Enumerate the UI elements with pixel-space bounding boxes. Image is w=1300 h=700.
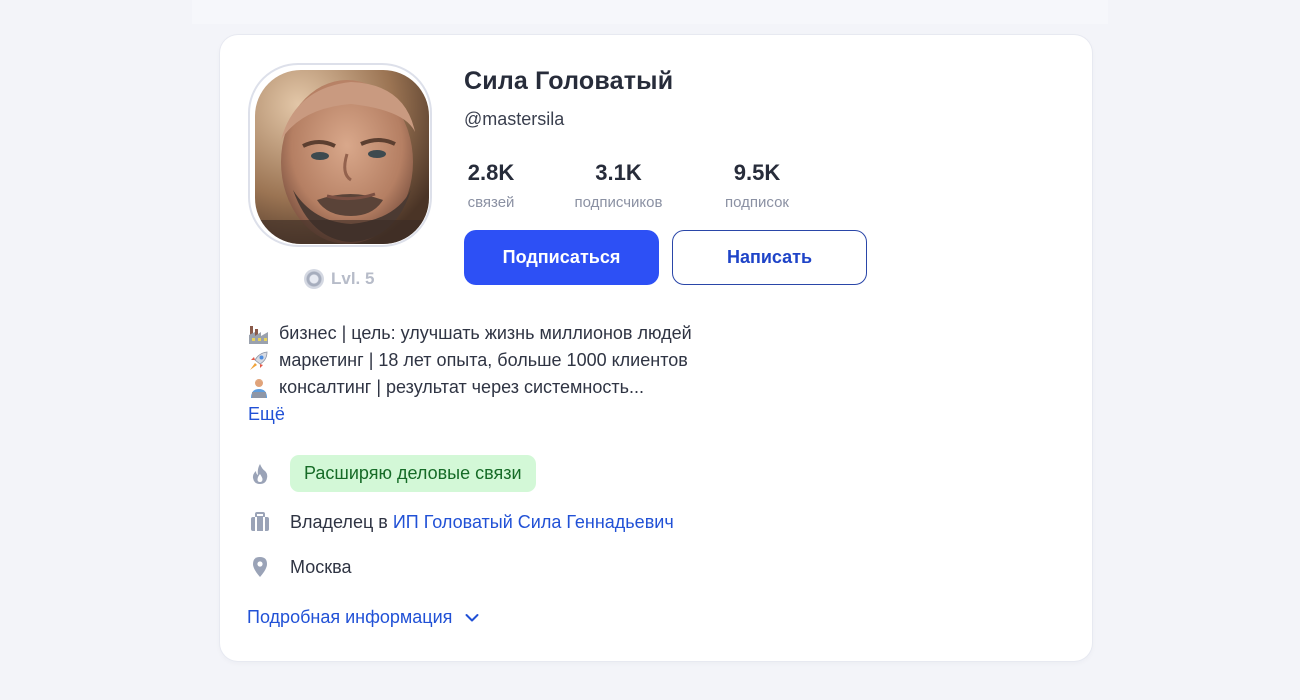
bio-text: бизнес | цель: улучшать жизнь миллионов … — [279, 323, 692, 343]
subscribe-button[interactable]: Подписаться — [464, 230, 659, 285]
rocket-emoji-icon — [248, 351, 270, 371]
details-label: Подробная информация — [247, 607, 453, 627]
flame-icon — [248, 462, 272, 486]
location-pin-icon — [248, 555, 272, 579]
stat-connections[interactable]: 2.8K связей — [464, 159, 518, 211]
stat-value: 2.8K — [467, 160, 515, 185]
profile-handle: @mastersila — [464, 109, 565, 129]
bio: бизнес | цель: улучшать жизнь миллионов … — [248, 320, 692, 428]
chevron-down-icon — [465, 613, 479, 621]
stat-label: подписчиков — [574, 194, 663, 211]
level-icon — [304, 269, 324, 289]
avatar[interactable] — [255, 70, 429, 244]
profile-card: Lvl. 5 Сила Головатый @mastersila 2.8K с… — [220, 35, 1092, 661]
stat-label: подписок — [725, 194, 789, 211]
stat-followers[interactable]: 3.1K подписчиков — [566, 159, 671, 211]
bio-line: маркетинг | 18 лет опыта, больше 1000 кл… — [248, 347, 692, 374]
level-label: Lvl. 5 — [331, 269, 375, 288]
bio-line: консалтинг | результат через системность… — [248, 374, 692, 401]
top-strip — [192, 0, 1108, 24]
profile-name: Сила Головатый — [464, 67, 674, 95]
city-row: Москва — [248, 555, 351, 579]
bio-text: маркетинг | 18 лет опыта, больше 1000 кл… — [279, 350, 688, 370]
briefcase-icon — [248, 510, 272, 534]
job-row: Владелец в ИП Головатый Сила Геннадьевич — [248, 510, 674, 534]
bio-more-link[interactable]: Ещё — [248, 401, 692, 428]
message-button[interactable]: Написать — [672, 230, 867, 285]
level-badge: Lvl. 5 — [304, 269, 374, 289]
city-text: Москва — [290, 556, 352, 577]
factory-emoji-icon — [248, 324, 270, 344]
details-toggle[interactable]: Подробная информация — [247, 607, 480, 628]
goal-row: Расширяю деловые связи — [248, 455, 536, 492]
stat-value: 3.1K — [595, 160, 642, 185]
avatar-frame — [248, 63, 432, 247]
bio-line: бизнес | цель: улучшать жизнь миллионов … — [248, 320, 692, 347]
stat-value: 9.5K — [733, 160, 781, 185]
company-link[interactable]: ИП Головатый Сила Геннадьевич — [393, 512, 674, 533]
goal-tag: Расширяю деловые связи — [290, 455, 536, 492]
person-at-computer-emoji-icon — [248, 378, 270, 398]
stat-label: связей — [467, 194, 515, 211]
job-prefix: Владелец в — [290, 511, 393, 532]
stat-following[interactable]: 9.5K подписок — [718, 159, 796, 211]
bio-text: консалтинг | результат через системность… — [279, 377, 645, 397]
